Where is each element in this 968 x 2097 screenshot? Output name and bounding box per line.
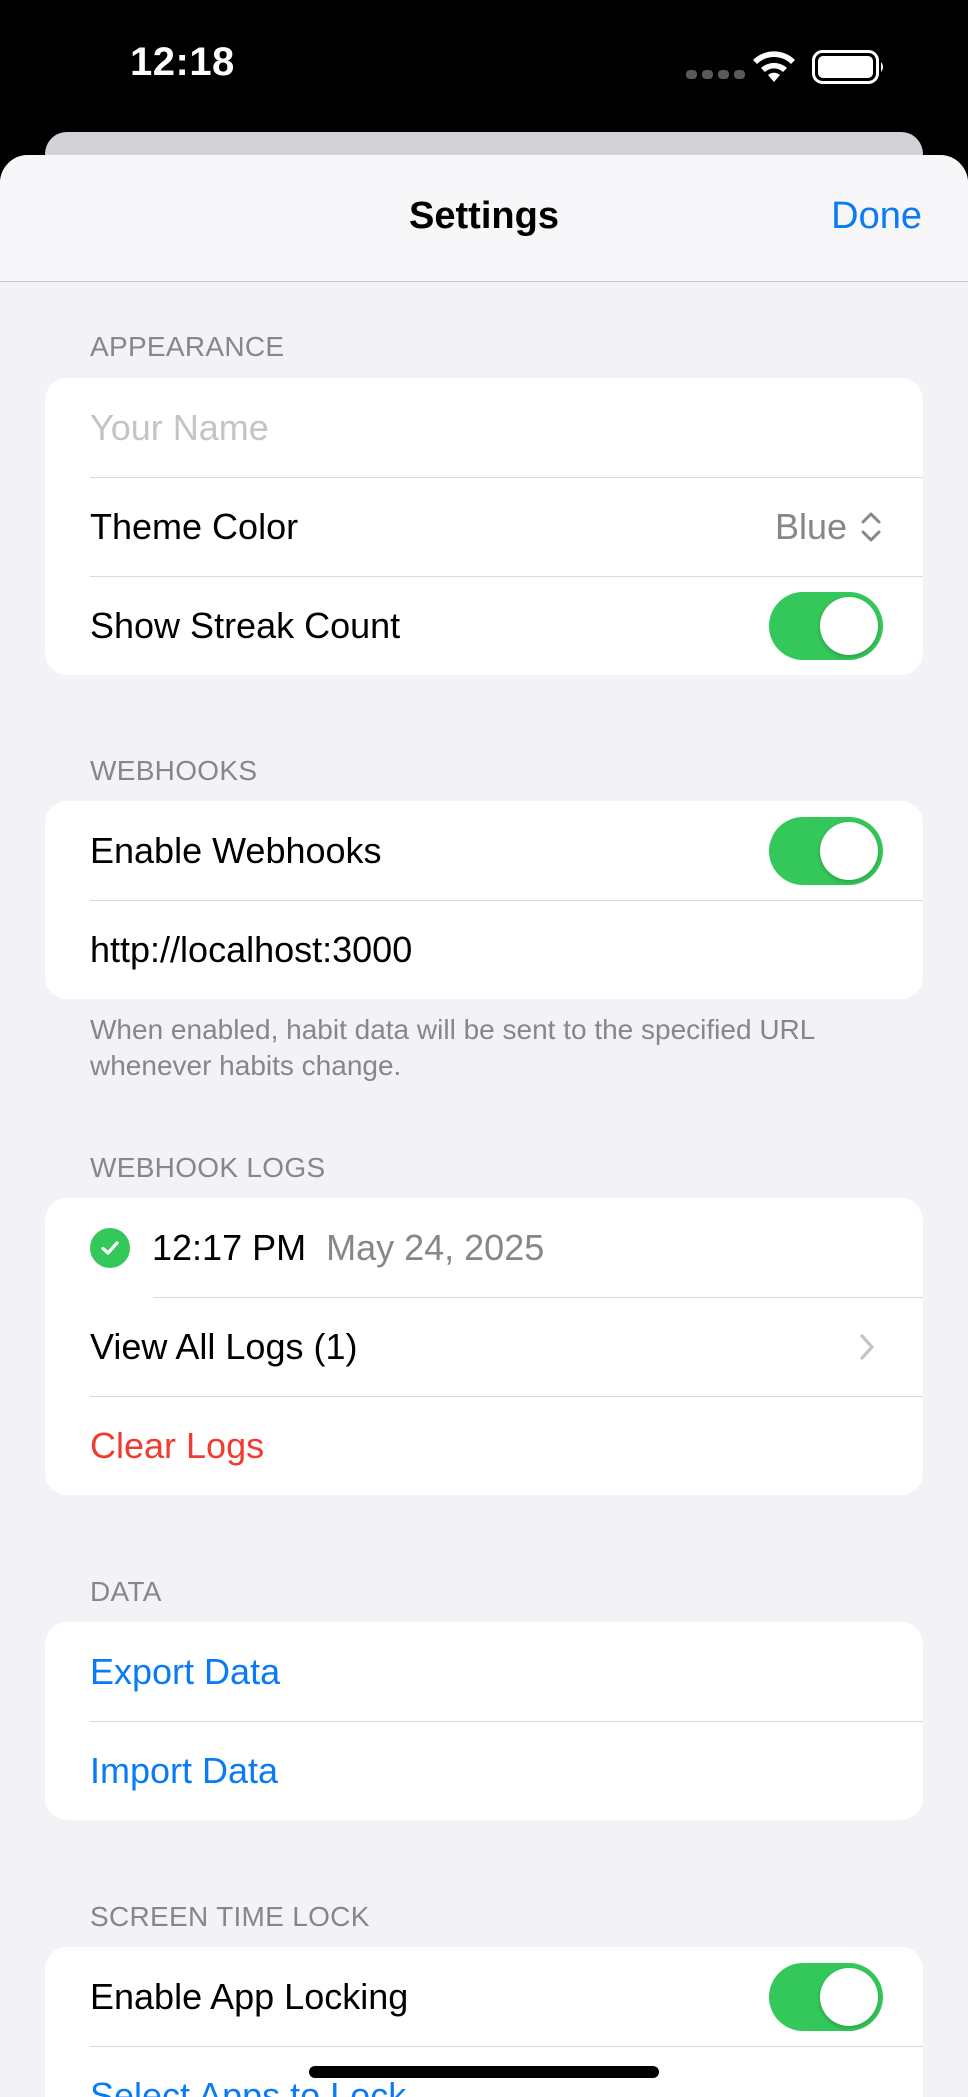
cellular-signal-icon — [686, 70, 745, 79]
webhook-url-value: http://localhost:3000 — [90, 928, 413, 970]
log-entry-date: May 24, 2025 — [326, 1226, 545, 1268]
data-group: Export Data Import Data — [45, 1622, 923, 1820]
name-field[interactable]: Your Name — [45, 378, 923, 477]
home-indicator — [309, 2066, 659, 2078]
webhooks-header: WEBHOOKS — [90, 755, 258, 786]
status-bar: 12:18 — [0, 0, 968, 135]
screen-time-header: SCREEN TIME LOCK — [90, 1901, 370, 1932]
webhook-url-field[interactable]: http://localhost:3000 — [45, 900, 923, 999]
battery-icon — [812, 50, 883, 84]
appearance-header: APPEARANCE — [90, 331, 285, 362]
enable-app-locking-toggle[interactable] — [769, 1962, 883, 2031]
log-entry-time: 12:17 PM — [152, 1226, 307, 1268]
chevron-up-down-icon — [861, 512, 881, 541]
enable-webhooks-label: Enable Webhooks — [90, 829, 382, 871]
import-data-button[interactable]: Import Data — [45, 1721, 923, 1820]
export-data-label: Export Data — [90, 1650, 281, 1692]
clear-logs-button[interactable]: Clear Logs — [45, 1396, 923, 1495]
enable-webhooks-row: Enable Webhooks — [45, 801, 923, 900]
webhooks-group: Enable Webhooks http://localhost:3000 — [45, 801, 923, 999]
enable-webhooks-toggle[interactable] — [769, 816, 883, 885]
done-button[interactable]: Done — [831, 195, 922, 238]
enable-app-locking-label: Enable App Locking — [90, 1975, 409, 2017]
clear-logs-label: Clear Logs — [90, 1424, 265, 1466]
view-all-logs-row[interactable]: View All Logs (1) — [45, 1297, 923, 1396]
theme-color-row[interactable]: Theme Color Blue — [45, 477, 923, 576]
enable-app-locking-row: Enable App Locking — [45, 1947, 923, 2046]
status-time: 12:18 — [130, 40, 235, 84]
show-streak-toggle[interactable] — [769, 591, 883, 660]
theme-color-label: Theme Color — [90, 505, 299, 547]
theme-color-value: Blue — [774, 505, 847, 547]
appearance-group: Your Name Theme Color Blue Show Streak C… — [45, 378, 923, 675]
settings-sheet: Settings Done APPEARANCE Your Name Theme… — [0, 155, 968, 2097]
webhooks-footer-note: When enabled, habit data will be sent to… — [90, 1014, 815, 1081]
name-field-placeholder: Your Name — [90, 406, 269, 448]
show-streak-row: Show Streak Count — [45, 576, 923, 675]
webhook-logs-group: 12:17 PM May 24, 2025 View All Logs (1) … — [45, 1198, 923, 1495]
export-data-button[interactable]: Export Data — [45, 1622, 923, 1721]
view-all-logs-label: View All Logs (1) — [90, 1325, 358, 1367]
log-entry[interactable]: 12:17 PM May 24, 2025 — [45, 1198, 923, 1297]
navigation-bar: Settings Done — [0, 155, 968, 282]
import-data-label: Import Data — [90, 1749, 279, 1791]
checkmark-circle-icon — [90, 1227, 130, 1268]
page-title: Settings — [409, 195, 559, 237]
chevron-right-icon — [860, 1333, 874, 1360]
wifi-icon — [753, 51, 795, 82]
data-header: DATA — [90, 1576, 162, 1607]
webhook-logs-header: WEBHOOK LOGS — [90, 1152, 326, 1183]
show-streak-label: Show Streak Count — [90, 604, 401, 646]
